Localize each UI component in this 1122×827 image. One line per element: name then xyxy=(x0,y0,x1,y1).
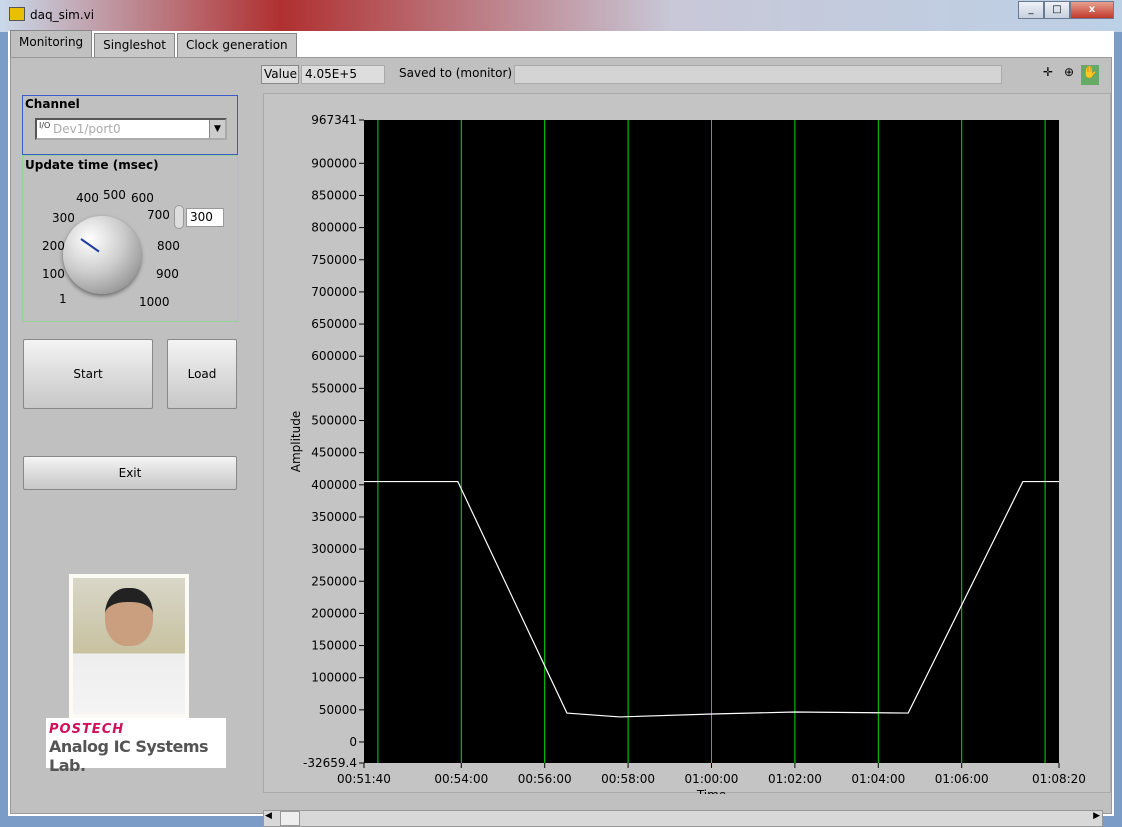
knob-pointer xyxy=(80,238,100,253)
y-tick-label: 550000 xyxy=(311,381,357,395)
update-time-label: Update time (msec) xyxy=(25,158,159,172)
saved-to-label: Saved to (monitor) xyxy=(399,66,513,80)
y-tick-label: 300000 xyxy=(311,542,357,556)
dial-label: 1000 xyxy=(139,295,170,309)
update-time-group: Update time (msec) 1 100 200 300 400 500… xyxy=(22,155,238,322)
zoom-icon[interactable]: ⊕ xyxy=(1060,65,1078,85)
chart-svg: 967341 900000 850000 800000 750000 700000 6500… xyxy=(289,113,1086,802)
x-tick-label: 00:58:00 xyxy=(601,772,655,786)
dial-label: 600 xyxy=(131,191,154,205)
graph-palette: ✛ ⊕ ✋ xyxy=(1011,65,1099,85)
y-tick-label: 100000 xyxy=(311,671,357,685)
y-tick-label: 150000 xyxy=(311,639,357,653)
y-tick-label: 850000 xyxy=(311,188,357,202)
dial-label: 800 xyxy=(157,239,180,253)
tab-clock-generation[interactable]: Clock generation xyxy=(176,33,297,57)
maximize-button[interactable]: □ xyxy=(1044,1,1070,19)
y-tick-label: 350000 xyxy=(311,510,357,524)
channel-value: Dev1/port0 xyxy=(53,122,121,136)
waveform-chart: 967341 900000 850000 800000 750000 700000 6500… xyxy=(263,93,1111,802)
y-tick-label: 50000 xyxy=(319,703,357,717)
y-tick-label: 900000 xyxy=(311,156,357,170)
channel-group: Channel I/O Dev1/port0 ▼ xyxy=(22,95,238,155)
y-tick-label: 200000 xyxy=(311,606,357,620)
horizontal-scrollbar[interactable]: ◀ ▶ xyxy=(263,810,1103,827)
y-tick-label: -32659.4 xyxy=(303,756,357,770)
channel-label: Channel xyxy=(25,97,80,111)
y-tick-label: 250000 xyxy=(311,574,357,588)
increment-decrement-spinner[interactable] xyxy=(174,205,184,229)
io-icon: I/O xyxy=(39,121,51,130)
channel-select[interactable]: I/O Dev1/port0 ▼ xyxy=(35,118,227,140)
start-button[interactable]: Start xyxy=(23,339,153,409)
x-tick-label: 01:08:20 xyxy=(1032,772,1086,786)
y-tick-label: 967341 xyxy=(311,113,357,127)
profile-photo xyxy=(69,574,189,718)
update-time-input[interactable]: 300 xyxy=(186,208,224,227)
x-tick-label: 01:02:00 xyxy=(768,772,822,786)
dial-label: 700 xyxy=(147,208,170,222)
monitoring-panel: Channel I/O Dev1/port0 ▼ Update time (ms… xyxy=(10,57,1112,827)
dial-label: 200 xyxy=(42,239,65,253)
x-tick-label: 00:54:00 xyxy=(434,772,488,786)
y-tick-label: 600000 xyxy=(311,349,357,363)
x-tick-label: 01:06:00 xyxy=(935,772,989,786)
minimize-button[interactable]: _ xyxy=(1018,1,1044,19)
dial-label: 400 xyxy=(76,191,99,205)
labview-icon xyxy=(9,7,25,21)
dial-label: 300 xyxy=(52,211,75,225)
x-axis-label: Time xyxy=(696,788,726,794)
x-tick-label: 01:04:00 xyxy=(851,772,905,786)
dial-label: 100 xyxy=(42,267,65,281)
x-tick-label: 00:51:40 xyxy=(337,772,391,786)
load-button[interactable]: Load xyxy=(167,339,237,409)
crosshair-icon[interactable]: ✛ xyxy=(1039,65,1057,85)
dial-label: 500 xyxy=(103,188,126,202)
scroll-left-icon[interactable]: ◀ xyxy=(265,811,272,821)
tab-bar: Monitoring Singleshot Clock generation xyxy=(10,30,299,58)
tab-singleshot[interactable]: Singleshot xyxy=(94,33,175,57)
postech-logo: POSTECH Analog IC Systems Lab. xyxy=(46,718,226,775)
value-label: Value xyxy=(261,65,299,84)
logo-brand: POSTECH xyxy=(49,722,125,737)
x-tick-label: 01:00:00 xyxy=(685,772,739,786)
window-client: Monitoring Singleshot Clock generation C… xyxy=(8,30,1114,827)
dial-label: 1 xyxy=(59,292,67,306)
window-title: daq_sim.vi xyxy=(30,8,95,22)
value-display: 4.05E+5 xyxy=(301,65,385,84)
saved-path-display xyxy=(514,65,1002,84)
y-tick-label: 0 xyxy=(349,735,357,749)
y-tick-label: 800000 xyxy=(311,221,357,235)
y-tick-label: 450000 xyxy=(311,446,357,460)
exit-button[interactable]: Exit xyxy=(23,456,237,490)
update-time-knob[interactable] xyxy=(63,216,141,294)
y-tick-label: 700000 xyxy=(311,285,357,299)
x-tick-label: 00:56:00 xyxy=(518,772,572,786)
y-tick-label: 500000 xyxy=(311,414,357,428)
tab-monitoring[interactable]: Monitoring xyxy=(10,30,93,58)
close-button[interactable]: x xyxy=(1070,1,1114,19)
pan-hand-icon[interactable]: ✋ xyxy=(1081,65,1099,85)
y-tick-label: 400000 xyxy=(311,478,357,492)
logo-lab: Analog IC Systems Lab. xyxy=(49,737,209,775)
chevron-down-icon[interactable]: ▼ xyxy=(209,120,225,138)
y-tick-label: 750000 xyxy=(311,253,357,267)
y-tick-label: 650000 xyxy=(311,317,357,331)
title-bar: daq_sim.vi _ □ x xyxy=(0,0,1122,32)
scroll-right-icon[interactable]: ▶ xyxy=(1093,811,1100,821)
dial-label: 900 xyxy=(156,267,179,281)
y-axis-label: Amplitude xyxy=(289,411,303,473)
